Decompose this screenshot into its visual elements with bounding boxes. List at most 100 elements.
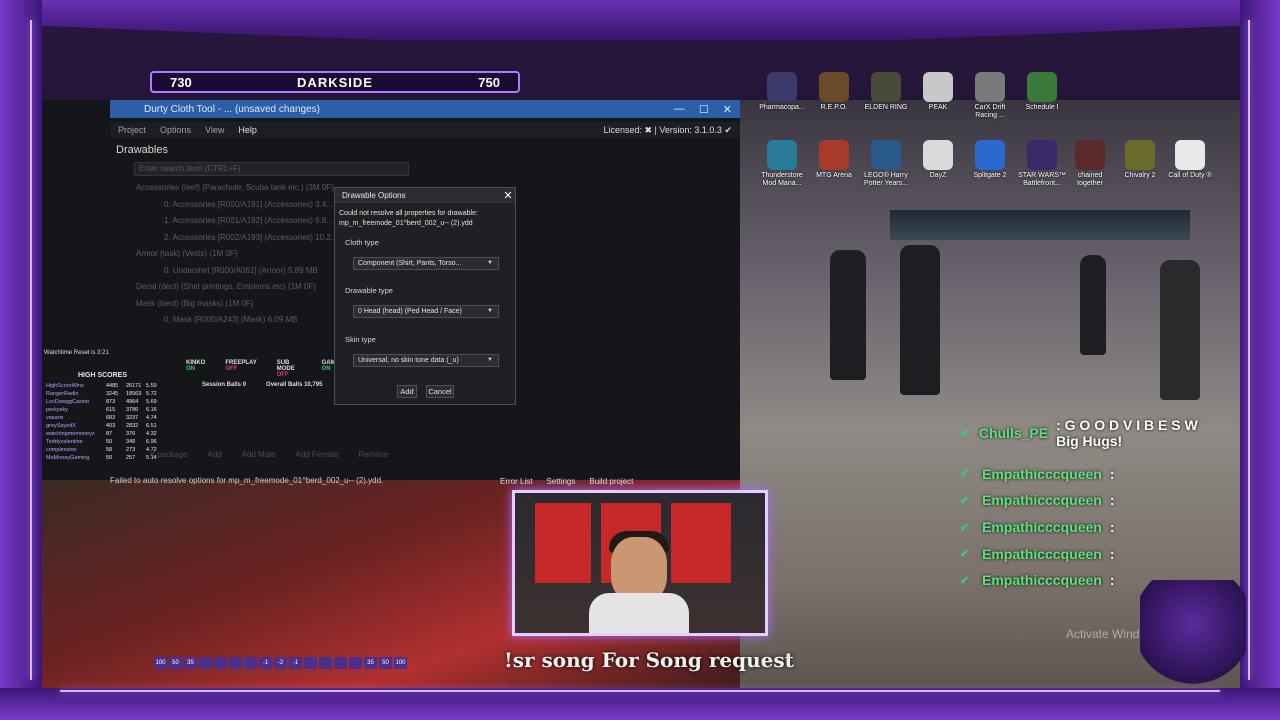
chat-overlay: ✔ Chulls_PE: G O O D V I B E S W Big Hugs…: [960, 417, 1220, 594]
cancel-button[interactable]: Cancel: [426, 385, 454, 398]
build-project-button[interactable]: Build project: [589, 477, 633, 489]
score-row: RangerRadio 3245 18563 5.72: [46, 391, 157, 397]
menu-options[interactable]: Options: [160, 125, 191, 135]
app-icon: [819, 140, 849, 170]
jersey: [535, 503, 591, 583]
submode-state: OFF: [276, 372, 289, 378]
desktop-icon[interactable]: LEGO® Harry Potter Years...: [860, 140, 912, 188]
menu-help[interactable]: Help: [238, 125, 257, 135]
add-button[interactable]: Add: [207, 450, 221, 459]
scoreboard: 730 DARKSIDE 750: [150, 71, 520, 93]
song-request-banner: !sr song For Song request: [504, 648, 794, 672]
skin-type-label: Skin type: [345, 335, 376, 344]
desktop-icon[interactable]: chained together: [1064, 140, 1116, 188]
desktop-icon[interactable]: DayZ: [912, 140, 964, 180]
streamer-shirt: [589, 593, 689, 633]
drawables-panel-title: Drawables: [116, 144, 168, 156]
app-title-bar[interactable]: Durty Cloth Tool - ... (unsaved changes)…: [110, 100, 740, 118]
score-row: greySayedX 403 2832 6.51: [46, 423, 157, 429]
drawable-type-select[interactable]: 0 Head (head) (Ped Head / Face) ▼: [353, 305, 499, 318]
overlay-frame-top: [0, 0, 1280, 40]
app-icon: [871, 140, 901, 170]
score-row: perkyeky 615 3786 6.16: [46, 407, 157, 413]
app-icon: [767, 140, 797, 170]
dialog-header: Drawable Options ✕: [335, 188, 515, 203]
app-icon: [1175, 140, 1205, 170]
app-icon: [1027, 140, 1057, 170]
hud-number-bar: 100 50 35 -1 -2 -1 35 50 100: [154, 657, 407, 669]
overlay-frame-bottom: [0, 688, 1280, 720]
overall-balls-value: 10,795: [304, 382, 323, 388]
drawables-search-input[interactable]: Enter search term (CTRL+F): [134, 162, 409, 176]
license-label: Licensed:: [603, 124, 642, 135]
settings-button[interactable]: Settings: [546, 477, 575, 489]
app-icon: [923, 140, 953, 170]
app-menu-bar: Project Options View Help Licensed: ✖ | …: [110, 122, 740, 138]
chat-message: ✔ Chulls_PE: G O O D V I B E S W Big Hugs…: [960, 417, 1198, 450]
score-row: watchingmemoneyz 87 376 4.32: [46, 431, 157, 437]
drawable-options-dialog: Drawable Options ✕ Could not resolve all…: [334, 187, 516, 405]
dialog-message: Could not resolve all properties for dra…: [339, 210, 478, 227]
check-badge-icon: ✔: [960, 548, 970, 561]
drawables-actions: rt package Add Add Male Add Female Remov…: [150, 450, 388, 459]
overall-balls-label: Overall Balls: [266, 382, 303, 388]
add-female-button[interactable]: Add Female: [295, 450, 338, 459]
dialog-title: Drawable Options: [342, 191, 406, 200]
maximize-icon[interactable]: ☐: [699, 103, 709, 116]
add-male-button[interactable]: Add Male: [242, 450, 276, 459]
watchtime-label: Watchtime Reset is 3:21: [44, 350, 109, 356]
check-badge-icon: ✔: [960, 494, 970, 507]
score-row: Teddyvalentine 50 348 6.96: [46, 439, 157, 445]
desktop-icon[interactable]: ELDEN RING: [860, 72, 912, 112]
left-score: 730: [170, 74, 192, 90]
score-row: complexsino 58 273 4.72: [46, 447, 157, 453]
desktop-icon[interactable]: CarX Drift Racing ...: [964, 72, 1016, 120]
gamba-state: ON: [321, 366, 331, 372]
menu-view[interactable]: View: [205, 125, 224, 135]
desktop-icon[interactable]: STAR WARS™ Battlefront...: [1016, 140, 1068, 188]
chat-message: ✔ Empathicccqueen:: [960, 465, 1115, 482]
unlicensed-icon: ✖ |: [644, 124, 660, 135]
desktop-icon[interactable]: Schedule I: [1016, 72, 1068, 112]
score-row: LocDawggCasino 873 4964 5.69: [46, 399, 157, 405]
skin-type-select[interactable]: Universal, no skin tone data (_u) ▼: [353, 354, 499, 367]
app-icon: [767, 72, 797, 102]
check-badge-icon: ✔: [960, 574, 970, 587]
submode-label: SUB MODE: [276, 360, 295, 372]
desktop-icon[interactable]: PEAK: [912, 72, 964, 112]
desktop-icon[interactable]: Thunderstore Mod Mana...: [756, 140, 808, 188]
dialog-close-icon[interactable]: ✕: [501, 189, 515, 202]
app-icon: [923, 72, 953, 102]
overlay-frame-left: [0, 0, 42, 720]
chat-message: ✔ Empathicccqueen:: [960, 545, 1115, 562]
neon-line-bottom: [60, 690, 1220, 692]
kinko-state: ON: [186, 366, 195, 372]
add-button[interactable]: Add: [397, 385, 417, 398]
cloth-type-select[interactable]: Component (Shirt, Pants, Torso... ▼: [353, 257, 499, 270]
desktop-icon[interactable]: R.E.P.O.: [808, 72, 860, 112]
check-icon: ✔: [724, 124, 732, 135]
close-icon[interactable]: ✕: [723, 103, 732, 116]
desktop-icon[interactable]: Chivalry 2: [1114, 140, 1166, 180]
error-list-button[interactable]: Error List: [500, 477, 532, 489]
stream-overlay-screen: { "scoreboard": { "left_score": "730", "…: [0, 0, 1280, 720]
mascot-logo: [1140, 580, 1246, 690]
score-row: MoMoneyGaming 50 257 5.14: [46, 455, 157, 461]
session-balls-label: Session Balls: [202, 382, 242, 388]
app-icon: [975, 140, 1005, 170]
right-score: 750: [478, 74, 500, 90]
desktop-icon[interactable]: MTG Arena: [808, 140, 860, 180]
app-title: Durty Cloth Tool - ... (unsaved changes): [144, 103, 321, 115]
check-badge-icon: ✔: [960, 521, 970, 534]
minimize-icon[interactable]: —: [674, 103, 685, 116]
license-info: Licensed: ✖ | Version: 3.1.0.3 ✔: [603, 125, 740, 136]
app-icon: [819, 72, 849, 102]
app-icon: [871, 72, 901, 102]
desktop-icon[interactable]: Pharmacopa...: [756, 72, 808, 112]
version-label: Version: 3.1.0.3: [659, 124, 722, 135]
remove-button[interactable]: Remove: [359, 450, 389, 459]
high-scores-title: HIGH SCORES: [78, 372, 128, 379]
desktop-icon[interactable]: Call of Duty ®: [1164, 140, 1216, 180]
desktop-icon[interactable]: Splitgate 2: [964, 140, 1016, 180]
menu-project[interactable]: Project: [118, 125, 146, 135]
